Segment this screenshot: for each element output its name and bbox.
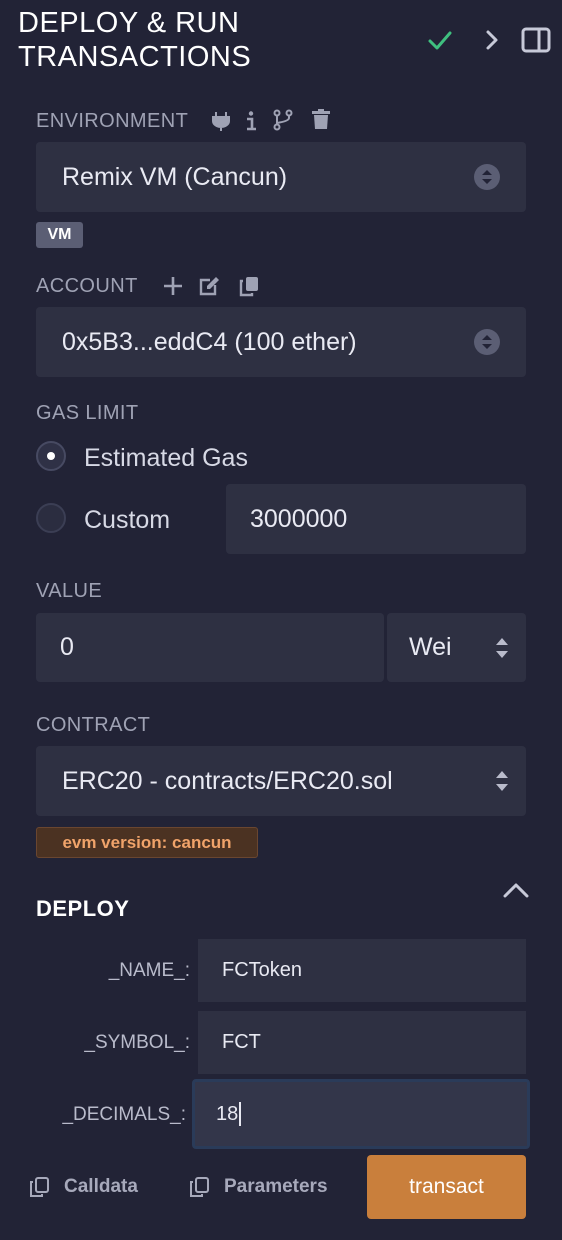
environment-label: ENVIRONMENT	[36, 110, 189, 132]
estimated-gas-radio[interactable]	[36, 441, 66, 471]
contract-select[interactable]: ERC20 - contracts/ERC20.sol	[36, 746, 526, 816]
parameters-label: Parameters	[224, 1176, 328, 1197]
info-icon[interactable]	[240, 110, 262, 132]
account-label: ACCOUNT	[36, 275, 138, 297]
copy-icon	[188, 1176, 210, 1198]
calldata-label: Calldata	[64, 1176, 138, 1197]
custom-gas-input[interactable]: 3000000	[226, 484, 526, 554]
select-arrows-icon	[494, 635, 510, 661]
environment-select[interactable]: Remix VM (Cancun)	[36, 142, 526, 212]
contract-label: CONTRACT	[36, 714, 151, 736]
transact-button[interactable]: transact	[367, 1155, 526, 1219]
page-title: DEPLOY & RUN TRANSACTIONS	[18, 6, 398, 74]
vm-badge: VM	[36, 222, 83, 248]
plug-icon[interactable]	[210, 110, 232, 132]
copy-icon[interactable]	[238, 275, 260, 297]
value-unit-value: Wei	[409, 633, 452, 661]
param-label-decimals: _DECIMALS_:	[62, 1104, 186, 1125]
gas-limit-label: GAS LIMIT	[36, 402, 139, 424]
custom-gas-radio[interactable]	[36, 503, 66, 533]
evm-version-badge: evm version: cancun	[36, 827, 258, 858]
panel-toggle-icon[interactable]	[520, 24, 552, 56]
estimated-gas-label[interactable]: Estimated Gas	[84, 444, 248, 473]
select-arrows-icon	[474, 164, 500, 190]
contract-select-value: ERC20 - contracts/ERC20.sol	[62, 766, 393, 795]
copy-icon	[28, 1176, 50, 1198]
select-arrows-icon	[494, 768, 510, 794]
param-label-name: _NAME_:	[108, 960, 190, 981]
environment-select-value: Remix VM (Cancun)	[62, 162, 288, 191]
value-unit-select[interactable]: Wei	[387, 613, 526, 682]
plus-icon[interactable]	[162, 275, 184, 297]
deploy-section-title: DEPLOY	[36, 896, 130, 921]
page-title-line1: DEPLOY & RUN	[18, 7, 240, 39]
trash-icon[interactable]	[310, 108, 332, 130]
value-label: VALUE	[36, 580, 103, 602]
chevron-right-icon[interactable]	[476, 24, 508, 56]
param-input-name[interactable]: FCToken	[198, 939, 526, 1002]
text-caret	[239, 1102, 241, 1126]
parameters-button[interactable]: Parameters	[188, 1176, 328, 1198]
account-select-value: 0x5B3...eddC4 (100 ether)	[62, 327, 357, 356]
param-input-decimals-value: 18	[216, 1102, 239, 1125]
calldata-button[interactable]: Calldata	[28, 1176, 138, 1198]
custom-gas-label[interactable]: Custom	[84, 506, 170, 535]
value-input[interactable]: 0	[36, 613, 384, 682]
page-title-line2: TRANSACTIONS	[18, 41, 252, 73]
param-input-decimals[interactable]: 18	[192, 1079, 530, 1149]
param-label-symbol: _SYMBOL_:	[84, 1032, 190, 1053]
check-icon	[424, 24, 456, 56]
account-select[interactable]: 0x5B3...eddC4 (100 ether)	[36, 307, 526, 377]
param-input-symbol[interactable]: FCT	[198, 1011, 526, 1074]
fork-icon[interactable]	[272, 109, 294, 131]
edit-icon[interactable]	[198, 275, 220, 297]
chevron-up-icon[interactable]	[500, 876, 532, 904]
select-arrows-icon	[474, 329, 500, 355]
